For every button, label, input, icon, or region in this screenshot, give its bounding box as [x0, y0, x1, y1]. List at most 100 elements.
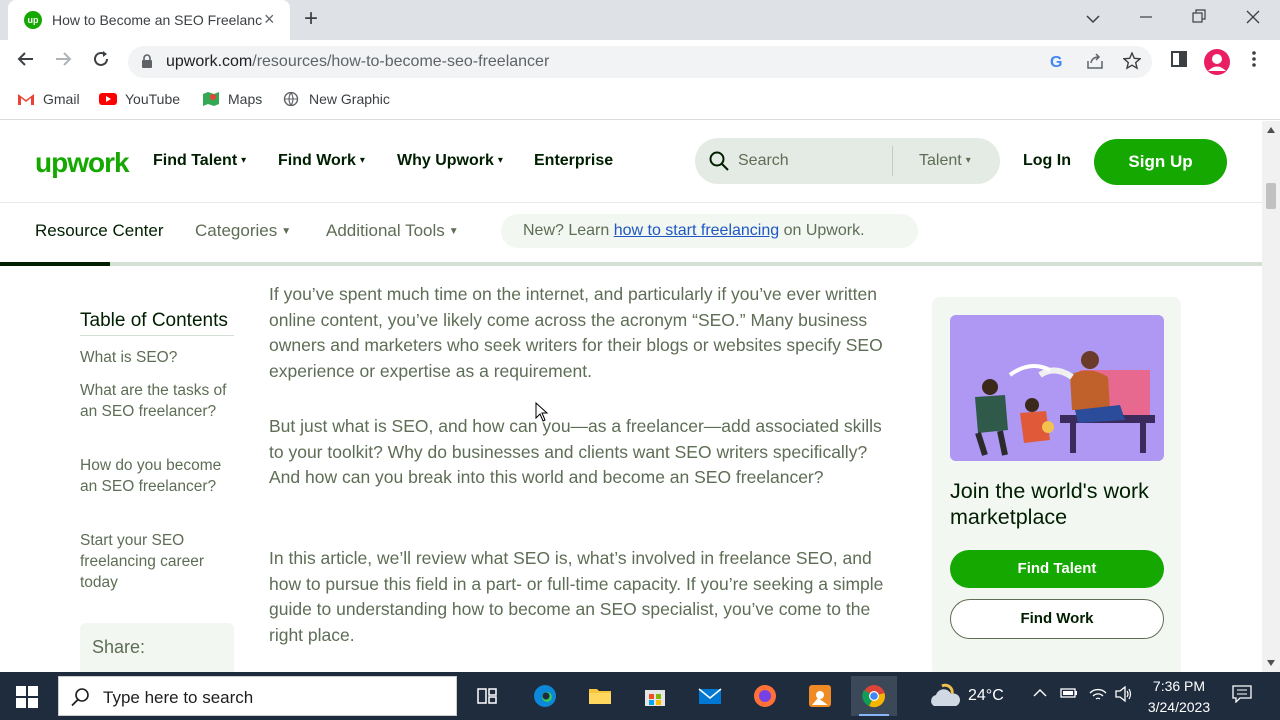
- search-input[interactable]: Search: [738, 152, 789, 170]
- browser-tab[interactable]: up How to Become an SEO Freelancer ×: [8, 0, 290, 40]
- profile-avatar[interactable]: [1204, 49, 1230, 75]
- web-page: upwork Find Talent ▾ Find Work ▾ Why Upwor…: [0, 121, 1262, 672]
- clock-time[interactable]: 7:36 PM: [1150, 678, 1208, 694]
- clock-date[interactable]: 3/24/2023: [1143, 699, 1215, 715]
- svg-text:G: G: [1050, 54, 1062, 70]
- caret-down-icon: ▼: [448, 226, 459, 237]
- search-divider: [892, 146, 893, 176]
- divider: [0, 202, 1262, 203]
- scrollbar-thumb[interactable]: [1266, 183, 1276, 209]
- share-box: Share:: [80, 623, 234, 672]
- subnav-categories[interactable]: Categories ▼: [195, 221, 291, 241]
- people-illustration: [950, 315, 1164, 461]
- reload-icon[interactable]: [89, 50, 113, 74]
- restore-icon[interactable]: [1179, 6, 1219, 31]
- find-talent-button[interactable]: Find Talent: [950, 550, 1164, 588]
- windows-taskbar: Type here to search 24°C 7:36 PM 3/24/20…: [0, 672, 1280, 720]
- task-view-icon[interactable]: [464, 676, 510, 716]
- url-text[interactable]: upwork.com/resources/how-to-become-seo-f…: [166, 53, 549, 71]
- search-scope-dropdown[interactable]: Talent ▾: [919, 152, 971, 170]
- nav-why-upwork[interactable]: Why Upwork ▾: [397, 152, 503, 170]
- toc-title: Table of Contents: [80, 310, 228, 331]
- chrome-menu-icon[interactable]: [1242, 50, 1266, 74]
- search-icon[interactable]: [709, 151, 729, 171]
- page-scrollbar[interactable]: [1262, 121, 1280, 672]
- minimize-icon[interactable]: [1126, 6, 1166, 31]
- forward-arrow-icon[interactable]: [51, 50, 75, 74]
- bookmark-maps[interactable]: Maps: [202, 91, 262, 107]
- battery-icon[interactable]: [1060, 686, 1078, 704]
- maps-icon: [203, 92, 219, 106]
- taskbar-search[interactable]: Type here to search: [58, 676, 457, 716]
- mouse-cursor-icon: [535, 402, 549, 422]
- address-bar[interactable]: upwork.com/resources/how-to-become-seo-f…: [128, 46, 1152, 78]
- subnav-additional-tools[interactable]: Additional Tools ▼: [326, 221, 459, 241]
- find-work-button[interactable]: Find Work: [950, 599, 1164, 639]
- firefox-icon[interactable]: [742, 676, 788, 716]
- chevron-down-icon: ▾: [497, 155, 503, 166]
- lock-icon: [142, 54, 152, 68]
- signup-card: Join the world's work marketplace Find T…: [932, 297, 1181, 672]
- notifications-icon[interactable]: [1232, 685, 1252, 707]
- toc-item[interactable]: Start your SEO freelancing career today: [80, 530, 240, 593]
- bookmarks-bar: Gmail YouTube Maps New Graphic: [0, 84, 1280, 120]
- scroll-down-icon[interactable]: [1267, 660, 1275, 666]
- microsoft-store-icon[interactable]: [632, 676, 678, 716]
- share-icon[interactable]: [1086, 52, 1104, 75]
- nav-enterprise[interactable]: Enterprise: [534, 152, 613, 170]
- temperature[interactable]: 24°C: [968, 687, 1004, 705]
- bookmark-new-graphic[interactable]: New Graphic: [283, 91, 390, 107]
- new-tab-icon[interactable]: +: [304, 5, 318, 33]
- signup-button[interactable]: Sign Up: [1094, 139, 1227, 185]
- wifi-icon[interactable]: [1089, 686, 1107, 706]
- article-paragraph: If you’ve spent much time on the interne…: [269, 284, 883, 382]
- article-paragraph: In this article, we’ll review what SEO i…: [269, 548, 884, 646]
- start-freelancing-link[interactable]: how to start freelancing: [614, 222, 779, 239]
- bookmark-star-icon[interactable]: [1122, 51, 1142, 75]
- chevron-up-icon[interactable]: [1033, 686, 1047, 704]
- youtube-icon: [99, 93, 117, 105]
- edge-icon[interactable]: [522, 676, 568, 716]
- toc-item[interactable]: How do you become an SEO freelancer?: [80, 455, 240, 497]
- weather-cloud-icon[interactable]: [928, 682, 962, 710]
- side-panel-icon[interactable]: [1167, 50, 1191, 74]
- back-arrow-icon[interactable]: [14, 50, 38, 74]
- mail-icon[interactable]: [687, 676, 733, 716]
- upwork-logo[interactable]: upwork: [35, 147, 130, 179]
- divider: [80, 335, 234, 336]
- chrome-taskbar-icon[interactable]: [851, 676, 897, 716]
- chevron-down-icon: ▾: [241, 155, 247, 166]
- share-label: Share:: [92, 637, 146, 657]
- gmail-icon: [18, 94, 34, 105]
- subnav-resource-center[interactable]: Resource Center: [35, 221, 164, 241]
- tab-search-chevron-icon[interactable]: [1073, 8, 1113, 29]
- app-orange-icon[interactable]: [797, 676, 843, 716]
- banner-text: New? Learn: [523, 222, 614, 239]
- globe-icon: [283, 92, 299, 106]
- google-lens-icon[interactable]: G: [1048, 52, 1066, 75]
- close-tab-icon[interactable]: ×: [264, 9, 275, 30]
- login-link[interactable]: Log In: [1023, 152, 1071, 170]
- upwork-favicon-icon: up: [24, 11, 42, 29]
- bookmark-youtube[interactable]: YouTube: [99, 91, 180, 107]
- taskbar-search-input[interactable]: Type here to search: [103, 688, 253, 708]
- scroll-up-icon[interactable]: [1267, 127, 1275, 133]
- toc-item[interactable]: What is SEO?: [80, 347, 240, 368]
- new-freelancer-banner: New? Learn how to start freelancing on U…: [501, 214, 918, 248]
- caret-down-icon: ▼: [281, 226, 292, 237]
- reading-progress-bar: [0, 262, 1262, 266]
- browser-tab-strip: up How to Become an SEO Freelancer × +: [0, 0, 1280, 40]
- nav-find-work[interactable]: Find Work ▾: [278, 152, 365, 170]
- bookmark-gmail[interactable]: Gmail: [17, 91, 80, 107]
- toc-item[interactable]: What are the tasks of an SEO freelancer?: [80, 380, 240, 422]
- nav-find-talent[interactable]: Find Talent ▾: [153, 152, 246, 170]
- speaker-icon[interactable]: [1115, 685, 1133, 706]
- card-heading: Join the world's work marketplace: [950, 479, 1149, 529]
- windows-start-icon[interactable]: [16, 686, 38, 708]
- file-explorer-icon[interactable]: [577, 676, 623, 716]
- close-window-icon[interactable]: [1233, 6, 1273, 31]
- browser-toolbar: upwork.com/resources/how-to-become-seo-f…: [0, 40, 1280, 84]
- tab-title: How to Become an SEO Freelancer: [52, 12, 262, 28]
- site-search: Search Talent ▾: [695, 138, 1000, 184]
- search-icon: [71, 688, 89, 707]
